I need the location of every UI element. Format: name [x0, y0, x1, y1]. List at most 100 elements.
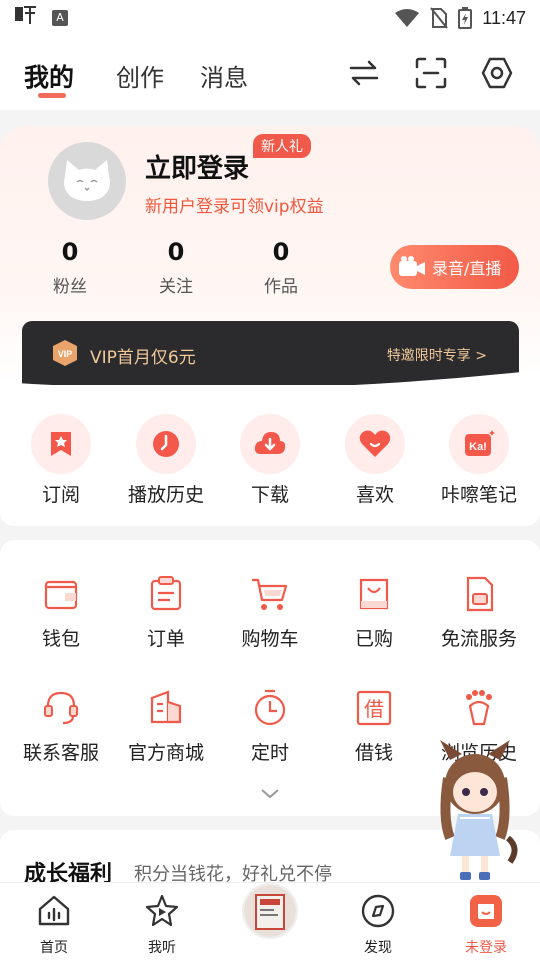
svg-text:VIP: VIP — [58, 349, 73, 359]
stat-value: 0 — [167, 238, 185, 266]
kaca-notes-icon: Ka! — [465, 430, 495, 456]
stat-label: 作品 — [264, 277, 298, 297]
nav-label: 首页 — [40, 940, 68, 956]
svg-text:Ka!: Ka! — [469, 441, 487, 453]
service-label: 免流服务 — [440, 628, 517, 650]
anime-mascot-sticker[interactable] — [430, 738, 520, 882]
album-cover-icon — [244, 885, 296, 937]
shortcut-subscribe[interactable]: 订阅 — [9, 414, 113, 507]
vip-offer-link[interactable]: 特邀限时专享 > — [387, 345, 487, 365]
service-borrow-money[interactable]: 借 借钱 — [322, 688, 426, 765]
svg-text:借: 借 — [364, 697, 384, 721]
profile-card: 立即登录 新人礼 新用户登录可领vip权益 0 粉丝 0 关注 0 作品 录音/… — [0, 126, 540, 400]
status-bar: A 11:47 — [0, 0, 540, 36]
service-label: 订单 — [146, 628, 185, 650]
settings-icon[interactable] — [480, 56, 514, 90]
service-label: 官方商城 — [127, 742, 204, 764]
service-timer[interactable]: 定时 — [218, 688, 322, 765]
login-title[interactable]: 立即登录 — [145, 148, 249, 185]
tab-messages[interactable]: 消息 — [200, 58, 248, 93]
shortcut-label: 喜欢 — [355, 484, 394, 506]
cart-icon — [252, 578, 288, 610]
loan-icon: 借 — [356, 690, 392, 726]
vip-offer-text: VIP首月仅6元 — [90, 348, 196, 368]
tab-mine[interactable]: 我的 — [24, 58, 74, 94]
service-official-store[interactable]: 官方商城 — [114, 688, 218, 765]
history-icon — [153, 431, 179, 457]
service-customer-support[interactable]: 联系客服 — [9, 688, 113, 765]
nav-profile[interactable]: 未登录 — [446, 893, 526, 957]
stat-value: 0 — [272, 238, 290, 266]
wallet-icon — [44, 580, 78, 610]
record-live-button[interactable]: 录音/直播 — [390, 245, 519, 289]
top-header: 我的 创作 消息 — [0, 36, 540, 110]
service-label: 借钱 — [354, 742, 393, 764]
service-cart[interactable]: 购物车 — [218, 574, 322, 651]
download-icon — [254, 432, 286, 454]
service-orders[interactable]: 订单 — [114, 574, 218, 651]
switch-icon[interactable] — [347, 56, 381, 90]
shortcut-label: 咔嚓笔记 — [440, 484, 517, 506]
stat-following[interactable]: 0 关注 — [136, 238, 216, 297]
ting-app-icon — [14, 4, 40, 32]
shortcut-history[interactable]: 播放历史 — [114, 414, 218, 507]
clock: 11:47 — [482, 7, 526, 28]
avatar[interactable] — [48, 142, 126, 220]
subscribe-icon — [51, 432, 71, 456]
service-label: 定时 — [250, 742, 289, 764]
camera-icon — [399, 256, 425, 276]
discover-icon — [361, 894, 395, 928]
stat-label: 关注 — [159, 277, 193, 297]
order-icon — [150, 576, 182, 611]
cat-avatar-icon — [64, 160, 110, 201]
profile-icon — [470, 895, 502, 927]
scan-icon[interactable] — [414, 56, 448, 90]
new-user-gift-badge: 新人礼 — [253, 134, 311, 158]
nav-label: 未登录 — [465, 940, 507, 956]
shortcut-label: 播放历史 — [127, 484, 204, 506]
shortcut-row: 订阅 播放历史 下载 喜欢 Ka! 咔嚓笔记 — [0, 386, 540, 526]
service-label: 钱包 — [41, 628, 80, 650]
nav-label: 我听 — [148, 940, 176, 956]
bottom-navigation: 首页 我听 发现 未登录 — [0, 882, 540, 960]
nav-discover[interactable]: 发现 — [338, 893, 418, 957]
wifi-icon — [395, 9, 420, 27]
service-wallet[interactable]: 钱包 — [9, 574, 113, 651]
home-icon — [38, 895, 70, 926]
active-tab-indicator — [38, 93, 66, 98]
timer-icon — [254, 689, 286, 726]
nav-my-listen[interactable]: 我听 — [122, 893, 202, 957]
footprint-icon — [466, 690, 492, 726]
login-subtitle[interactable]: 新用户登录可领vip权益 — [145, 192, 324, 217]
purchased-bag-icon — [359, 578, 389, 610]
service-label: 联系客服 — [22, 742, 99, 764]
shortcut-like[interactable]: 喜欢 — [323, 414, 427, 507]
record-live-label: 录音/直播 — [432, 259, 502, 278]
stat-label: 粉丝 — [53, 277, 87, 297]
shortcut-download[interactable]: 下载 — [218, 414, 322, 507]
now-playing-cover[interactable] — [242, 883, 298, 939]
service-free-data[interactable]: 免流服务 — [427, 574, 531, 651]
notification-a-icon: A — [52, 10, 68, 26]
nav-label: 发现 — [364, 940, 392, 956]
no-sim-icon — [430, 7, 449, 29]
shortcut-label: 下载 — [250, 484, 289, 506]
service-label: 购物车 — [241, 628, 299, 650]
service-label: 已购 — [354, 628, 393, 650]
battery-charging-icon — [458, 7, 473, 29]
my-listen-icon — [145, 894, 179, 927]
stat-fans[interactable]: 0 粉丝 — [30, 238, 110, 297]
heart-icon — [359, 430, 391, 457]
service-purchased[interactable]: 已购 — [322, 574, 426, 651]
sim-card-icon — [466, 576, 494, 612]
nav-home[interactable]: 首页 — [14, 893, 94, 957]
shortcut-label: 订阅 — [41, 484, 80, 506]
vip-badge-icon: VIP — [53, 340, 77, 366]
chevron-down-icon[interactable] — [260, 788, 280, 800]
store-icon — [150, 690, 182, 724]
stat-works[interactable]: 0 作品 — [241, 238, 321, 297]
stat-value: 0 — [61, 238, 79, 266]
tab-create[interactable]: 创作 — [116, 58, 164, 93]
shortcut-kaca-notes[interactable]: Ka! 咔嚓笔记 — [427, 414, 531, 507]
headset-icon — [44, 691, 78, 725]
